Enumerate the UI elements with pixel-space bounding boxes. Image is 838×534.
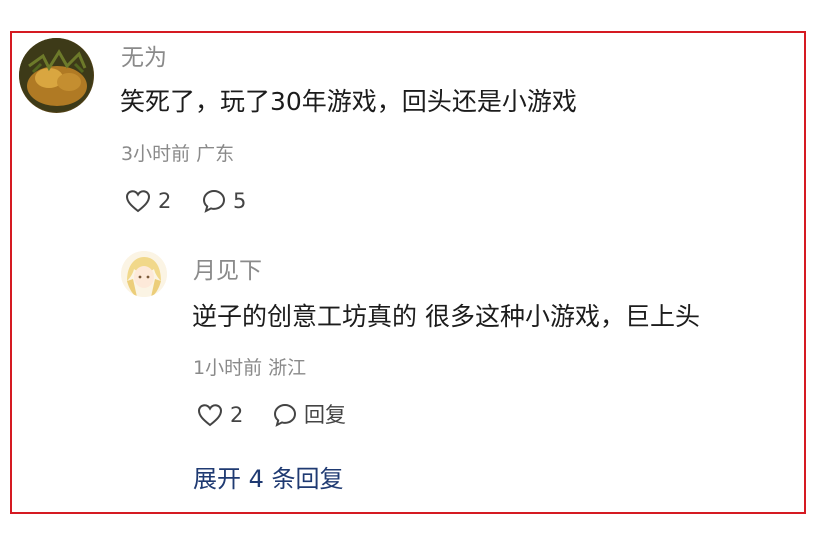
- reply-username[interactable]: 月见下: [193, 257, 262, 285]
- reply-button-label: 回复: [304, 403, 346, 427]
- reply-time: 1小时前: [193, 357, 263, 379]
- like-count: 2: [158, 189, 172, 213]
- heart-icon: [124, 188, 152, 214]
- reply-like-count: 2: [230, 403, 244, 427]
- reply-text: 逆子的创意工坊真的 很多这种小游戏，巨上头: [192, 302, 700, 331]
- username[interactable]: 无为: [121, 44, 167, 72]
- like-button[interactable]: 2: [124, 188, 171, 214]
- comment-meta: 3小时前 广东: [121, 142, 234, 166]
- avatar[interactable]: [19, 38, 94, 113]
- comment-location: 广东: [196, 143, 235, 165]
- reply-like-button[interactable]: 2: [196, 402, 243, 428]
- reply-location: 浙江: [268, 357, 307, 379]
- heart-icon: [196, 402, 224, 428]
- expand-replies-link[interactable]: 展开 4 条回复: [193, 464, 344, 494]
- comment-text: 笑死了，玩了30年游戏，回头还是小游戏: [120, 87, 577, 116]
- reply-avatar[interactable]: [121, 251, 167, 297]
- reply-count-button[interactable]: 5: [201, 188, 246, 214]
- comment-icon: [272, 402, 298, 428]
- reply-meta: 1小时前 浙江: [193, 356, 306, 380]
- comment-icon: [201, 188, 227, 214]
- reply-button[interactable]: 回复: [272, 402, 346, 428]
- reply-count: 5: [233, 189, 247, 213]
- comment-time: 3小时前: [121, 143, 191, 165]
